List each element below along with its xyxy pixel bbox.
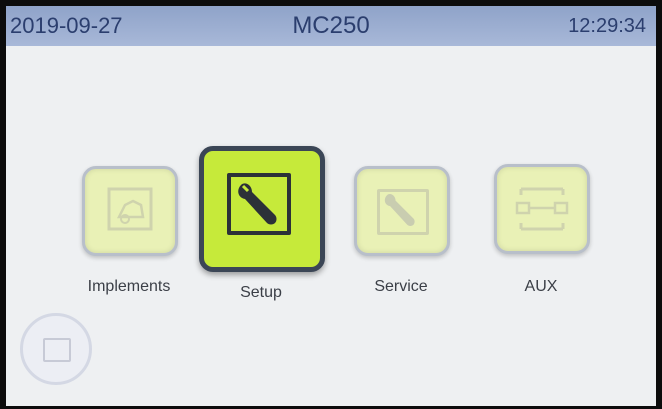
document-icon (43, 338, 71, 362)
menu-item-aux[interactable]: AUX (486, 154, 596, 304)
aux-label: AUX (524, 278, 558, 295)
setup-tile[interactable] (199, 146, 325, 272)
wrench-icon (384, 193, 415, 226)
implements-tile[interactable] (82, 166, 178, 256)
service-label: Service (374, 278, 428, 295)
menu-item-setup[interactable]: Setup (199, 146, 325, 304)
menu-item-implements[interactable]: Implements (74, 156, 184, 306)
aux-tile[interactable] (494, 164, 590, 254)
service-tile[interactable] (354, 166, 450, 256)
implement-icon (107, 187, 153, 231)
implements-label: Implements (87, 278, 171, 295)
setup-label: Setup (240, 284, 282, 301)
status-time: 12:29:34 (568, 15, 646, 37)
wrench-icon (238, 183, 277, 225)
status-bar: 2019-09-27 MC250 12:29:34 (6, 6, 656, 46)
device-screen: 2019-09-27 MC250 12:29:34 Implements Set… (6, 6, 656, 406)
aux-connector-icon (515, 187, 569, 231)
bottom-left-button[interactable] (20, 313, 92, 385)
menu-item-service[interactable]: Service (346, 156, 456, 306)
screen-title: MC250 (292, 12, 370, 39)
